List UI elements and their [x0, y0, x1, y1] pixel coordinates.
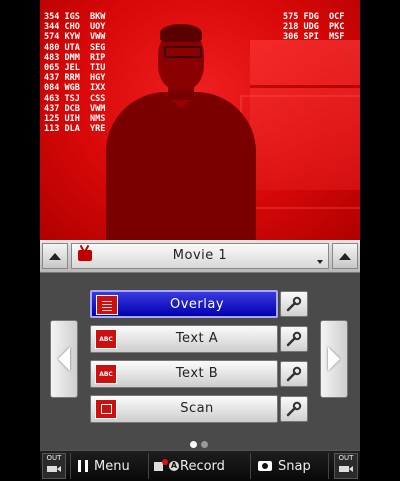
abc-text-icon: ABC	[95, 329, 117, 349]
snap-label: Snap	[278, 458, 311, 474]
mode-button-text-b[interactable]: ABC Text B	[90, 360, 278, 388]
overlay-codes-left: 354 IGS BKW 344 CHO UOY 574 KYW VWW 480 …	[44, 12, 106, 135]
out-label: OUT	[46, 454, 62, 462]
scan-frame-icon	[95, 399, 117, 419]
mode-button-overlay[interactable]: Overlay	[90, 290, 278, 318]
arrow-up-icon	[49, 252, 61, 260]
page-right-button[interactable]	[320, 320, 348, 398]
mode-label: Overlay	[169, 297, 225, 312]
prev-movie-button[interactable]	[42, 243, 68, 269]
wrench-icon	[286, 296, 302, 312]
snap-button[interactable]: Snap	[258, 457, 311, 475]
person-body	[106, 92, 256, 240]
output-left-button[interactable]: OUT	[42, 453, 66, 479]
arrow-up-icon	[339, 252, 351, 260]
menu-button[interactable]: Menu	[78, 457, 130, 475]
person-hair	[160, 24, 202, 42]
pause-icon	[78, 460, 88, 472]
wrench-icon	[286, 366, 302, 382]
person-glasses	[164, 46, 202, 58]
divider	[148, 453, 149, 479]
bottom-toolbar: OUT Menu A Record Snap OUT	[40, 450, 360, 481]
record-label: Record	[180, 458, 225, 474]
overlay-grid-icon	[96, 295, 118, 315]
text-a-settings-button[interactable]	[280, 326, 308, 352]
background-whiteboard	[240, 95, 360, 209]
overlay-codes-right: 575 FDG OCF 218 UDG PKC 306 SPI MSF	[283, 12, 345, 43]
camera-icon	[258, 461, 272, 471]
arrow-left-icon	[58, 347, 70, 371]
output-icon	[47, 466, 61, 472]
mode-button-scan[interactable]: Scan	[90, 395, 278, 423]
page-left-button[interactable]	[50, 320, 78, 398]
page-dot	[201, 441, 208, 448]
record-button[interactable]: A Record	[154, 457, 225, 475]
wrench-icon	[286, 331, 302, 347]
wrench-icon	[286, 401, 302, 417]
page-dot	[190, 441, 197, 448]
mode-button-text-a[interactable]: ABC Text A	[90, 325, 278, 353]
divider	[70, 453, 71, 479]
overlay-settings-button[interactable]	[280, 291, 308, 317]
mode-label: Text B	[175, 366, 219, 381]
title-bar: Movie 1	[40, 240, 360, 273]
control-panel: Movie 1 Overlay ABC Text A ABC Text B Sc…	[40, 240, 360, 481]
mode-label: Scan	[180, 401, 214, 416]
arrow-right-icon	[328, 347, 340, 371]
scan-settings-button[interactable]	[280, 396, 308, 422]
output-right-button[interactable]: OUT	[334, 453, 358, 479]
movie-selector[interactable]: Movie 1	[71, 243, 329, 269]
a-button-badge: A	[169, 461, 179, 471]
menu-label: Menu	[94, 458, 130, 474]
abc-text-icon: ABC	[95, 364, 117, 384]
divider	[328, 453, 329, 479]
out-label: OUT	[338, 454, 354, 462]
divider	[250, 453, 251, 479]
output-icon	[339, 466, 353, 472]
next-movie-button[interactable]	[332, 243, 358, 269]
text-b-settings-button[interactable]	[280, 361, 308, 387]
record-camera-icon	[154, 459, 168, 472]
movie-title: Movie 1	[172, 248, 228, 263]
dropdown-caret-icon	[317, 260, 323, 264]
mode-label: Text A	[175, 331, 219, 346]
camera-view: 354 IGS BKW 344 CHO UOY 574 KYW VWW 480 …	[40, 0, 360, 240]
